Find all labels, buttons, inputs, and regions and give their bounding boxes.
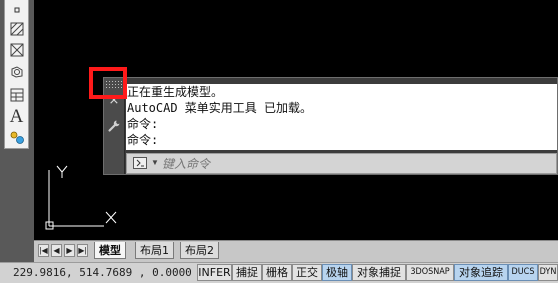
prev-tab-nav-icon[interactable]: ◀ [51, 244, 62, 257]
last-tab-nav-icon[interactable]: ▶| [77, 244, 88, 257]
history-line: 正在重生成模型。 [127, 85, 224, 99]
command-input[interactable] [162, 155, 462, 172]
command-line-window: × 正在重生成模型。 AutoCAD 菜单实用工具 已加载。 命令: 命令: ▼ [103, 77, 558, 175]
dyn-toggle[interactable]: DYN [538, 264, 558, 281]
command-history: 正在重生成模型。 AutoCAD 菜单实用工具 已加载。 命令: 命令: [126, 84, 557, 150]
command-prompt-icon[interactable] [133, 157, 147, 169]
region-icon[interactable] [6, 62, 27, 81]
text-a-glyph: A [9, 106, 24, 127]
highlight-annotation-box [89, 67, 127, 99]
ortho-toggle[interactable]: 正交 [292, 264, 322, 281]
tab-model[interactable]: 模型 [94, 242, 126, 259]
draw-tool-strip: A [4, 0, 29, 149]
snap-toggle[interactable]: 捕捉 [232, 264, 262, 281]
otrack-toggle[interactable]: 对象追踪 [454, 264, 508, 281]
layout-tab-bar: |◀ ◀ ▶ ▶| 模型 布局1 布局2 [34, 240, 558, 262]
multiline-text-icon[interactable]: A [6, 107, 27, 126]
small-square-icon[interactable] [6, 0, 27, 19]
3dosnap-toggle[interactable]: 3DOSNAP [406, 264, 454, 281]
ducs-toggle[interactable]: DUCS [508, 264, 538, 281]
osnap-toggle[interactable]: 对象捕捉 [352, 264, 406, 281]
add-selected-icon[interactable] [6, 127, 27, 146]
tab-layout1[interactable]: 布局1 [135, 242, 174, 259]
chevron-down-icon[interactable]: ▼ [151, 157, 159, 169]
next-tab-nav-icon[interactable]: ▶ [64, 244, 75, 257]
coordinate-readout[interactable]: 229.9816, 514.7689 , 0.0000 [13, 265, 192, 281]
polar-toggle[interactable]: 极轴 [322, 264, 352, 281]
tab-layout2[interactable]: 布局2 [180, 242, 219, 259]
status-bar: 229.9816, 514.7689 , 0.0000 INFER 捕捉 栅格 … [0, 262, 558, 283]
gradient-icon[interactable] [6, 40, 27, 59]
history-line: 命令: [127, 117, 159, 131]
grid-toggle[interactable]: 栅格 [262, 264, 292, 281]
left-draw-toolbar: A [0, 0, 34, 262]
history-line: 命令: [127, 133, 159, 147]
infer-toggle[interactable]: INFER [197, 264, 232, 281]
command-input-row: ▼ [126, 153, 557, 174]
hatch-icon[interactable] [6, 19, 27, 38]
first-tab-nav-icon[interactable]: |◀ [38, 244, 49, 257]
history-line: AutoCAD 菜单实用工具 已加载。 [127, 101, 313, 115]
wrench-icon[interactable] [107, 119, 121, 133]
table-icon[interactable] [6, 85, 27, 104]
